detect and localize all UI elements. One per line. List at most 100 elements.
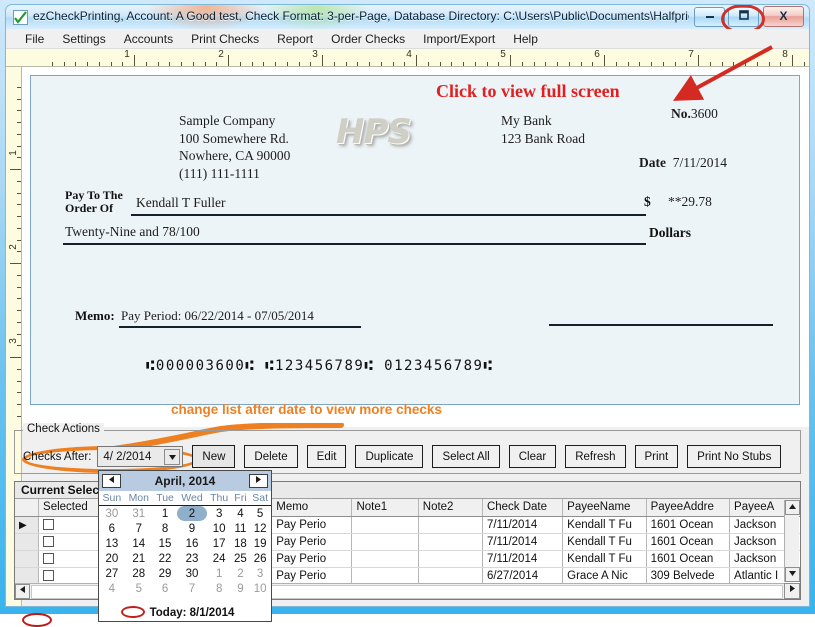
cell-addr[interactable]: 1601 Ocean	[646, 550, 729, 567]
calendar-day[interactable]: 11	[232, 521, 250, 536]
calendar-day[interactable]: 30	[177, 566, 206, 581]
menu-item-import-export[interactable]: Import/Export	[414, 30, 504, 48]
calendar-day[interactable]: 24	[207, 551, 232, 566]
cell-note2[interactable]	[418, 533, 482, 550]
cell-note1[interactable]	[352, 516, 418, 533]
calendar-day[interactable]: 17	[207, 536, 232, 551]
calendar-day[interactable]: 18	[232, 536, 250, 551]
row-checkbox[interactable]	[43, 519, 54, 530]
new-button[interactable]: New	[192, 445, 235, 468]
close-button[interactable]: X	[763, 6, 804, 27]
cell-date[interactable]: 7/11/2014	[482, 533, 562, 550]
calendar-day[interactable]: 23	[177, 551, 206, 566]
check-preview-pane[interactable]: Sample Company 100 Somewhere Rd. Nowhere…	[22, 67, 809, 427]
print-button[interactable]: Print	[635, 445, 679, 468]
calendar-day[interactable]: 30	[99, 506, 125, 522]
calendar-day[interactable]: 2	[232, 566, 250, 581]
calendar-day[interactable]: 22	[153, 551, 177, 566]
calendar-day[interactable]: 1	[207, 566, 232, 581]
row-select-cell[interactable]	[39, 550, 99, 567]
menu-item-settings[interactable]: Settings	[53, 30, 114, 48]
menu-item-order-checks[interactable]: Order Checks	[322, 30, 414, 48]
chevron-right-icon[interactable]	[249, 474, 268, 488]
grid-col-check-date[interactable]: Check Date	[482, 499, 562, 516]
chevron-right-icon[interactable]	[784, 583, 800, 599]
cell-date[interactable]: 7/11/2014	[482, 550, 562, 567]
grid-col-memo[interactable]: Memo	[272, 499, 352, 516]
grid-col-selected[interactable]: Selected	[39, 499, 99, 516]
calendar-day[interactable]: 3	[207, 506, 232, 522]
chevron-left-icon[interactable]	[102, 474, 121, 488]
calendar-day-selected[interactable]: 2	[177, 506, 206, 522]
calendar-day-rows[interactable]: 3031123456789101112131415161718192021222…	[99, 506, 271, 597]
calendar-day[interactable]: 6	[99, 521, 125, 536]
calendar-day[interactable]: 27	[99, 566, 125, 581]
cell-memo[interactable]: Pay Perio	[272, 516, 352, 533]
calendar-grid[interactable]: SunMonTueWedThuFriSat 303112345678910111…	[99, 492, 271, 596]
cell-note1[interactable]	[352, 567, 418, 584]
cell-note2[interactable]	[418, 550, 482, 567]
delete-button[interactable]: Delete	[244, 445, 297, 468]
grid-vertical-scrollbar[interactable]	[784, 500, 799, 582]
calendar-day[interactable]: 4	[232, 506, 250, 522]
menu-item-report[interactable]: Report	[268, 30, 322, 48]
print-no-stubs-button[interactable]: Print No Stubs	[687, 445, 781, 468]
checks-after-date-picker[interactable]: 4/ 2/2014	[97, 446, 183, 467]
grid-col-payee-addr[interactable]: PayeeAddre	[646, 499, 729, 516]
chevron-up-icon[interactable]	[785, 500, 800, 515]
calendar-day[interactable]: 4	[99, 581, 125, 596]
calendar-day[interactable]: 9	[232, 581, 250, 596]
calendar-day[interactable]: 5	[125, 581, 153, 596]
chevron-down-icon[interactable]	[164, 449, 180, 465]
grid-col-payee-name[interactable]: PayeeName	[563, 499, 646, 516]
calendar-day[interactable]: 20	[99, 551, 125, 566]
calendar-day[interactable]: 26	[249, 551, 271, 566]
edit-button[interactable]: Edit	[307, 445, 347, 468]
chevron-left-icon[interactable]	[15, 584, 30, 599]
row-checkbox[interactable]	[43, 536, 54, 547]
row-select-cell[interactable]	[39, 567, 99, 584]
row-checkbox[interactable]	[43, 570, 54, 581]
cell-memo[interactable]: Pay Perio	[272, 533, 352, 550]
cell-date[interactable]: 7/11/2014	[482, 516, 562, 533]
cell-payee[interactable]: Grace A Nic	[563, 567, 646, 584]
calendar-day[interactable]: 6	[153, 581, 177, 596]
refresh-button[interactable]: Refresh	[565, 445, 625, 468]
cell-payee[interactable]: Kendall T Fu	[563, 516, 646, 533]
menu-item-accounts[interactable]: Accounts	[115, 30, 182, 48]
row-select-cell[interactable]	[39, 533, 99, 550]
cell-payee[interactable]: Kendall T Fu	[563, 533, 646, 550]
calendar-day[interactable]: 29	[153, 566, 177, 581]
cell-payee[interactable]: Kendall T Fu	[563, 550, 646, 567]
cell-note2[interactable]	[418, 567, 482, 584]
cell-addr[interactable]: 1601 Ocean	[646, 516, 729, 533]
maximize-button[interactable]	[728, 7, 759, 27]
cell-note1[interactable]	[352, 550, 418, 567]
duplicate-button[interactable]: Duplicate	[355, 445, 423, 468]
row-select-cell[interactable]	[39, 516, 99, 533]
calendar-day[interactable]: 10	[249, 581, 271, 596]
row-checkbox[interactable]	[43, 553, 54, 564]
calendar-day[interactable]: 31	[125, 506, 153, 522]
calendar-day[interactable]: 12	[249, 521, 271, 536]
cell-note1[interactable]	[352, 533, 418, 550]
calendar-day[interactable]: 14	[125, 536, 153, 551]
calendar-day[interactable]: 9	[177, 521, 206, 536]
calendar-day[interactable]: 19	[249, 536, 271, 551]
calendar-day[interactable]: 21	[125, 551, 153, 566]
calendar-day[interactable]: 28	[125, 566, 153, 581]
cell-addr[interactable]: 1601 Ocean	[646, 533, 729, 550]
calendar-day[interactable]: 8	[153, 521, 177, 536]
chevron-down-icon[interactable]	[785, 567, 800, 582]
cell-memo[interactable]: Pay Perio	[272, 567, 352, 584]
calendar-day[interactable]: 1	[153, 506, 177, 522]
calendar-day[interactable]: 15	[153, 536, 177, 551]
grid-col-note2[interactable]: Note2	[418, 499, 482, 516]
calendar-day[interactable]: 25	[232, 551, 250, 566]
calendar-day[interactable]: 3	[249, 566, 271, 581]
menu-item-file[interactable]: File	[16, 30, 53, 48]
menu-item-help[interactable]: Help	[504, 30, 547, 48]
calendar-day[interactable]: 5	[249, 506, 271, 522]
grid-col-note1[interactable]: Note1	[352, 499, 418, 516]
clear-button[interactable]: Clear	[509, 445, 556, 468]
